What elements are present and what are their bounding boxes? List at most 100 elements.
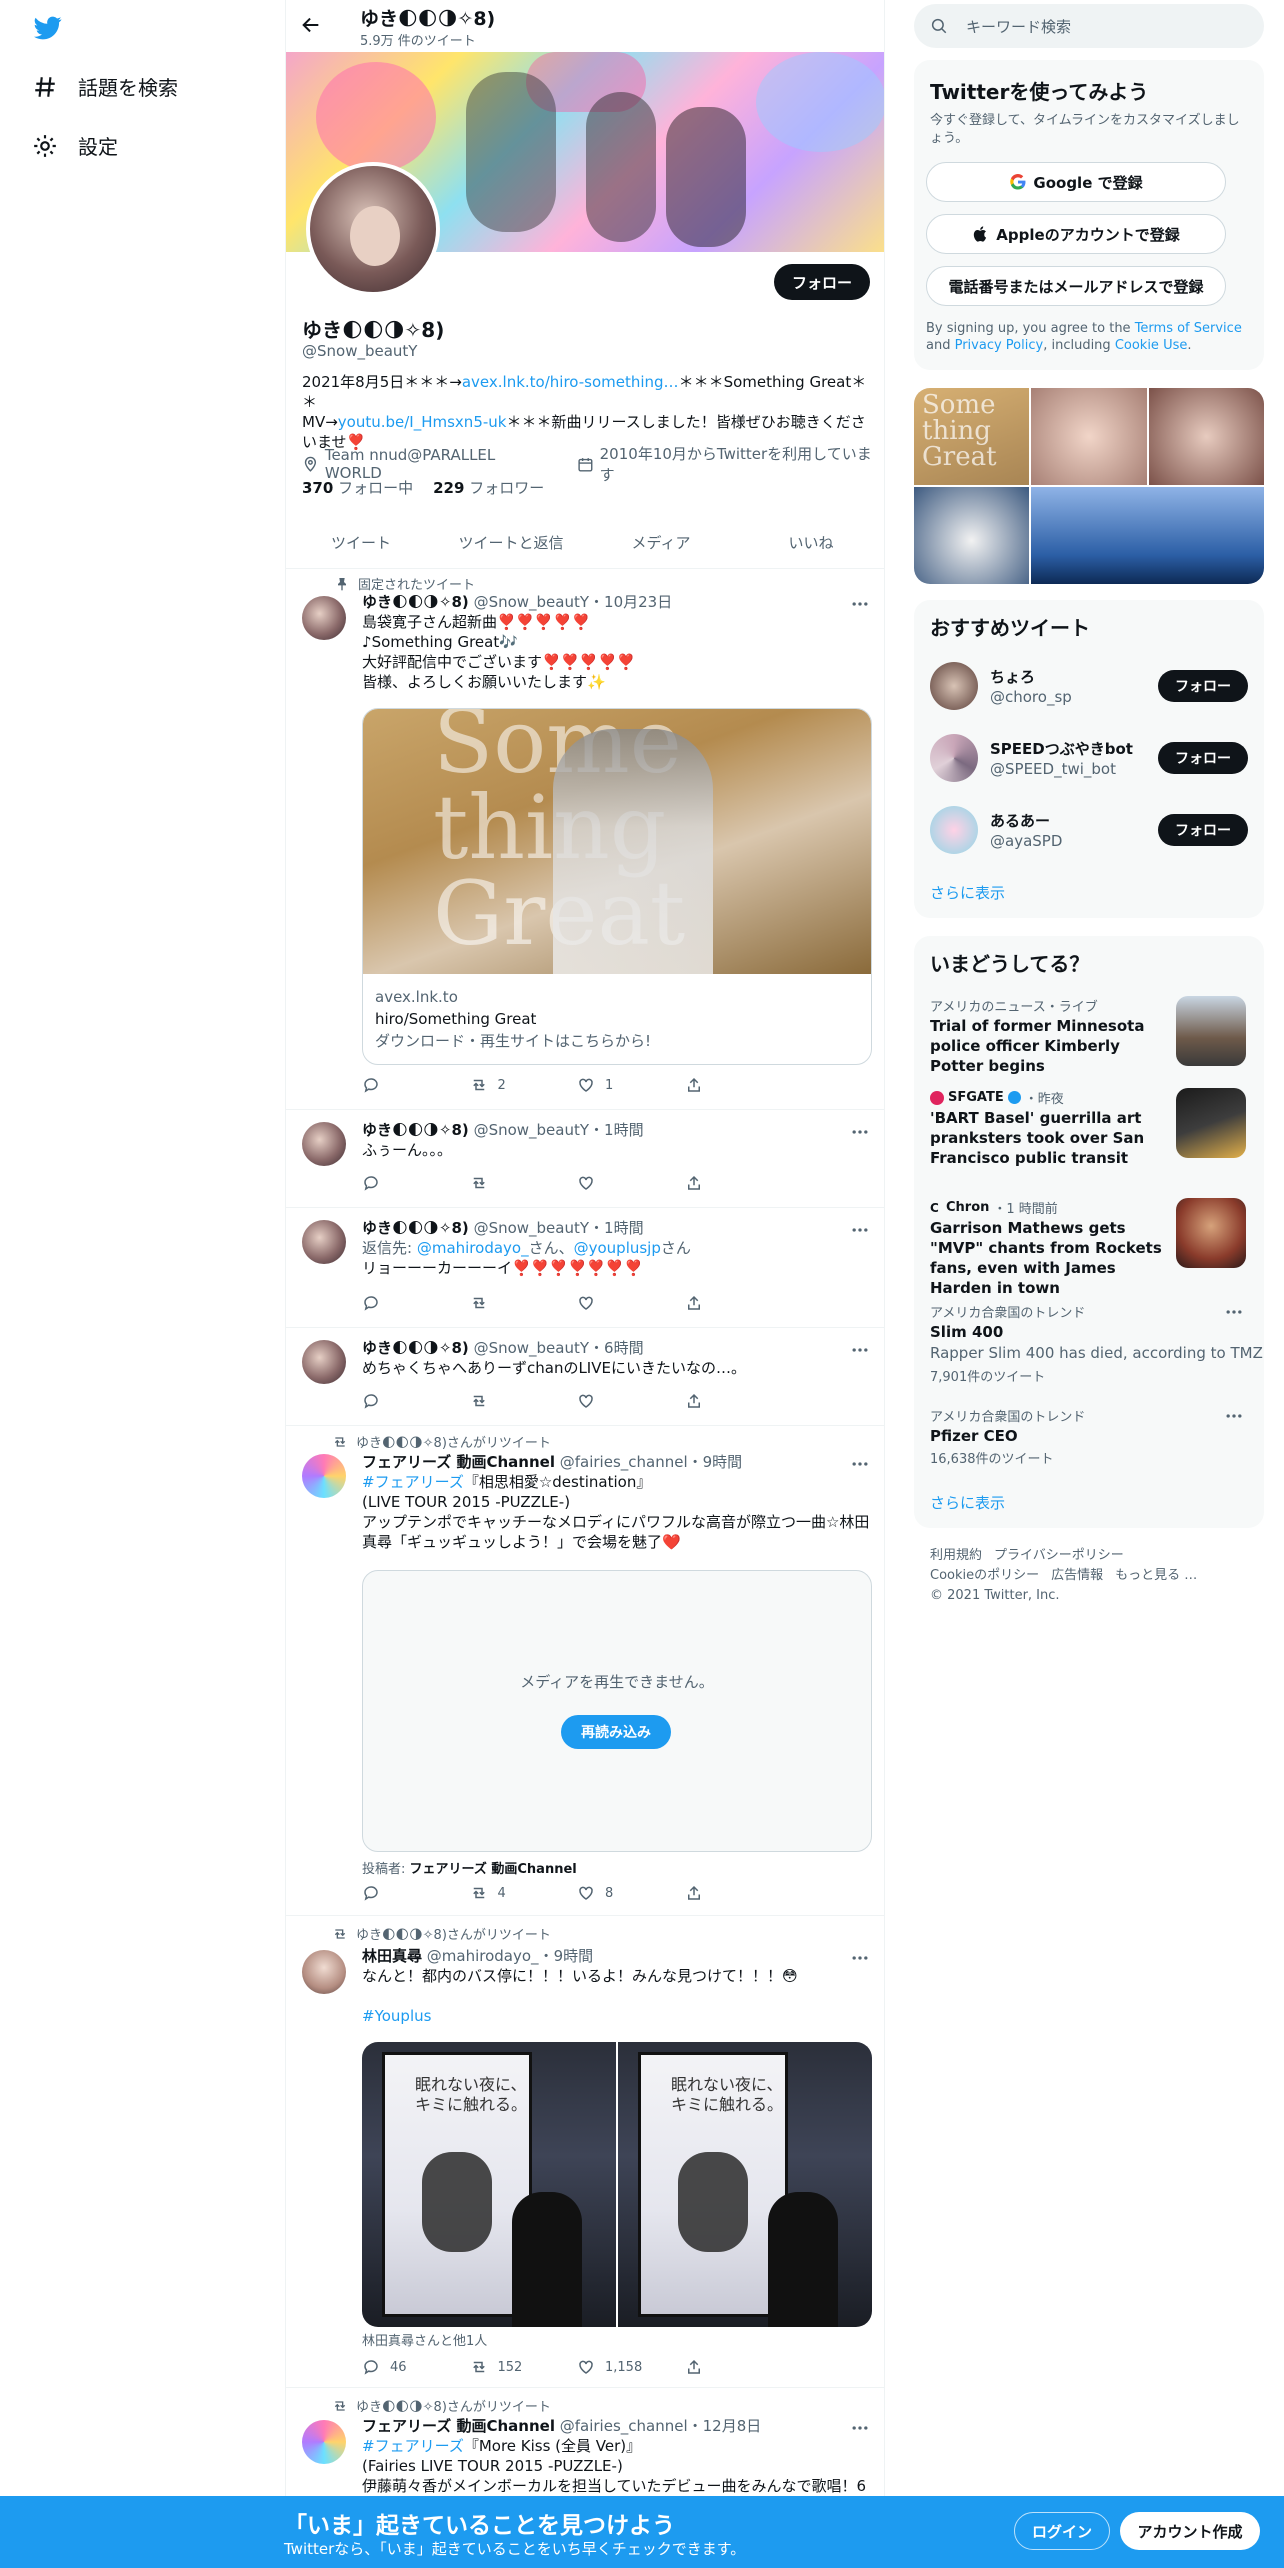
reply-button[interactable]: 46 [362,2358,470,2376]
author-name[interactable]: ゆき🌓🌓🌗✧8) [362,1219,469,1237]
share-button[interactable] [685,1294,793,1312]
tab-likes[interactable]: いいね [736,517,884,568]
footer-more[interactable]: もっと見る … [1115,1568,1197,1583]
hashtag-link[interactable]: #Youplus [362,2007,431,2025]
author-handle[interactable]: @Snow_beautY [474,1219,589,1237]
share-button[interactable] [685,1174,793,1192]
more-icon[interactable] [1224,1406,1244,1426]
terms-link[interactable]: Terms of Service [1135,321,1242,336]
author-handle[interactable]: @Snow_beautY [474,593,589,611]
followers-link[interactable]: 229 フォロワー [433,477,544,498]
avatar[interactable] [302,2420,346,2464]
more-icon[interactable] [850,594,870,614]
recommended-user[interactable]: あるあー @ayaSPD フォロー [914,794,1264,864]
nav-explore[interactable]: 話題を検索 [32,72,178,101]
avatar[interactable] [930,662,978,710]
like-button[interactable] [577,1174,685,1192]
footer-ads[interactable]: 広告情報 [1051,1568,1103,1583]
tweet-time[interactable]: 1時間 [604,1121,644,1139]
trend-item[interactable]: C Chron ・1 時間前 Garrison Mathews gets "MV… [914,1198,1264,1302]
retweet-button[interactable]: 152 [470,2358,578,2376]
tab-media[interactable]: メディア [586,517,736,568]
more-icon[interactable] [850,1454,870,1474]
avatar[interactable] [302,1220,346,1264]
recommended-user[interactable]: ちょろ @choro_sp フォロー [914,650,1264,720]
follow-button[interactable]: フォロー [1158,742,1248,774]
hashtag-link[interactable]: #フェアリーズ [362,1473,464,1491]
retweet-button[interactable] [470,1174,578,1192]
author-handle[interactable]: @fairies_channel [560,1453,688,1471]
link-card[interactable]: Some thing Great avex.lnk.to hiro/Someth… [362,708,872,1065]
retweet-button[interactable] [470,1392,578,1410]
reply-mention-youplus[interactable]: @youplusjp [574,1239,661,1257]
privacy-link[interactable]: Privacy Policy [955,338,1044,353]
share-button[interactable] [685,1076,793,1094]
author-handle[interactable]: @mahirodayo_ [427,1947,539,1965]
hashtag-link[interactable]: #フェアリーズ [362,2437,464,2455]
bio-link-avex[interactable]: avex.lnk.to/hiro-something… [462,373,679,391]
more-icon[interactable] [850,1220,870,1240]
avatar[interactable] [302,1122,346,1166]
more-icon[interactable] [850,2418,870,2438]
tweet[interactable]: ゆき🌓🌓🌗✧8) @Snow_beautY・1時間 ふぅーん。。。 [286,1110,884,1208]
reply-button[interactable] [362,1884,470,1902]
search-box[interactable]: キーワード検索 [914,4,1264,48]
trend-item[interactable]: アメリカのニュース・ライブ Trial of former Minnesota … [914,996,1264,1090]
avatar[interactable] [302,1340,346,1384]
tweet-retweeted[interactable]: ゆき🌓🌓🌗✧8)さんがリツイート 林田真尋 @mahirodayo_・9時間 な… [286,1916,884,2388]
twitter-logo-icon[interactable] [32,14,64,42]
tweet[interactable]: ゆき🌓🌓🌗✧8) @Snow_beautY・6時間 めちゃくちゃへありーずcha… [286,1328,884,1426]
tweet-time[interactable]: 6時間 [604,1339,644,1357]
tweet-time[interactable]: 1時間 [604,1219,644,1237]
more-icon[interactable] [1224,1302,1244,1322]
recommended-user[interactable]: SPEEDつぶやきbot @SPEED_twi_bot フォロー [914,722,1264,792]
author-handle[interactable]: @Snow_beautY [474,1339,589,1357]
author-handle[interactable]: @fairies_channel [560,2417,688,2435]
like-button[interactable]: 8 [577,1884,685,1902]
more-icon[interactable] [850,1948,870,1968]
apple-signup-button[interactable]: Appleのアカウントで登録 [926,214,1226,254]
profile-avatar[interactable] [306,162,440,296]
footer-terms[interactable]: 利用規約 [930,1548,982,1563]
media-thumb[interactable] [1031,388,1147,485]
footer-privacy[interactable]: プライバシーポリシー [994,1548,1124,1563]
follow-button[interactable]: フォロー [1158,814,1248,846]
like-button[interactable]: 1 [577,1076,685,1094]
reply-mention-mahiro[interactable]: @mahirodayo_ [417,1239,529,1257]
share-button[interactable] [685,1884,793,1902]
tweet-pinned[interactable]: 固定されたツイート ゆき🌓🌓🌗✧8) @Snow_beautY・10月23日 島… [286,570,884,1110]
reply-button[interactable] [362,1174,470,1192]
media-thumb[interactable] [1031,487,1264,584]
follow-button[interactable]: フォロー [774,264,870,300]
share-button[interactable] [685,1392,793,1410]
more-icon[interactable] [850,1340,870,1360]
author-name[interactable]: ゆき🌓🌓🌗✧8) [362,593,469,611]
footer-cookie[interactable]: Cookieのポリシー [930,1568,1039,1583]
tagged-people[interactable]: 林田真尋さんと他1人 [362,2330,487,2349]
posted-by-link[interactable]: フェアリーズ 動画Channel [410,1862,577,1877]
author-name[interactable]: フェアリーズ 動画Channel [362,2417,555,2435]
nav-settings[interactable]: 設定 [32,131,118,160]
author-name[interactable]: ゆき🌓🌓🌗✧8) [362,1339,469,1357]
avatar[interactable] [302,1454,346,1498]
author-name[interactable]: フェアリーズ 動画Channel [362,1453,555,1471]
tweet-time[interactable]: 9時間 [703,1453,743,1471]
following-link[interactable]: 370 フォロー中 [302,477,413,498]
retweet-button[interactable]: 4 [470,1884,578,1902]
tweet-time[interactable]: 10月23日 [604,593,672,611]
like-button[interactable] [577,1294,685,1312]
like-button[interactable] [577,1392,685,1410]
tweet-time[interactable]: 9時間 [554,1947,594,1965]
media-thumb[interactable] [914,487,1030,584]
trend-item[interactable]: アメリカ合衆国のトレンド Pfizer CEO 16,638件のツイート [914,1406,1264,1476]
author-handle[interactable]: @Snow_beautY [474,1121,589,1139]
bio-link-youtube[interactable]: youtu.be/I_Hmsxn5-uk [338,413,507,431]
retweet-button[interactable]: 2 [470,1076,578,1094]
reply-button[interactable] [362,1076,470,1094]
media-thumb[interactable]: Some thing Great [914,388,1030,485]
media-thumb[interactable] [1148,388,1264,485]
avatar[interactable] [930,806,978,854]
retweet-button[interactable] [470,1294,578,1312]
avatar[interactable] [302,1950,346,1994]
reply-button[interactable] [362,1294,470,1312]
